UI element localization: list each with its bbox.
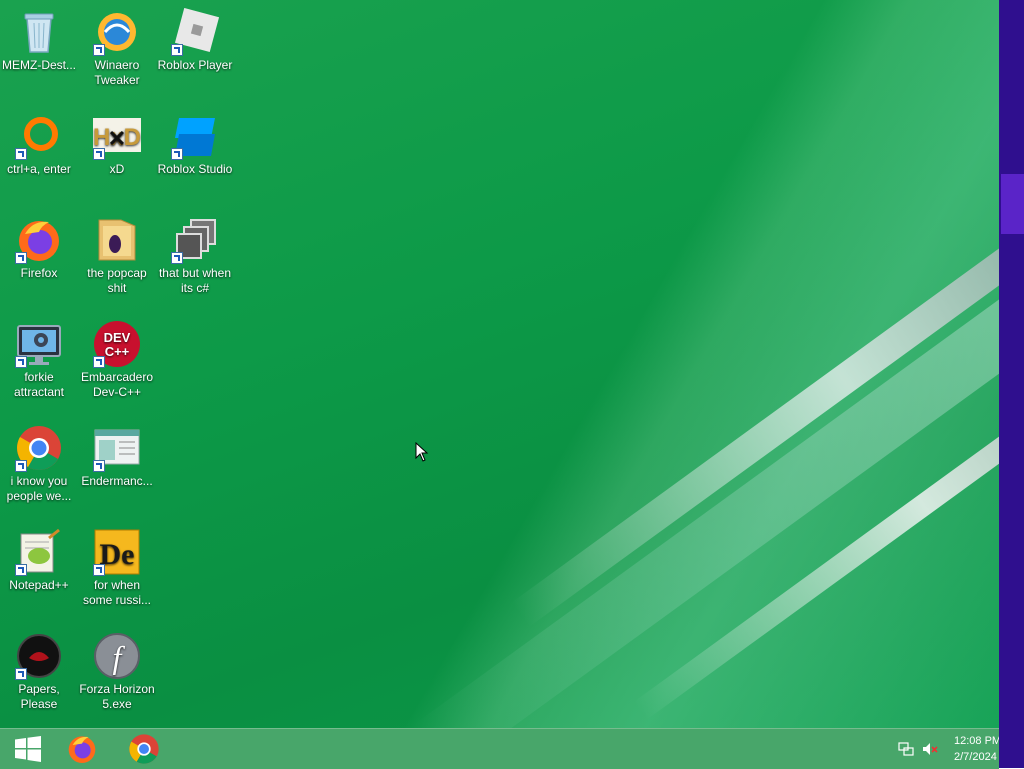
- desktop-icon-label: MEMZ-Dest...: [2, 58, 76, 72]
- desktop-icon-label: Papers, Please: [18, 682, 60, 711]
- desktop-icon-ctrl-a-enter[interactable]: ctrl+a, enter: [0, 106, 78, 177]
- desktop-icon-label: for when some russi...: [82, 578, 151, 607]
- taskbar: 12:08 PM 2/7/2024: [0, 728, 999, 769]
- desktop-icon-xd[interactable]: HxD ✕ xD: [78, 106, 156, 177]
- shortcut-arrow-icon: [93, 460, 105, 472]
- desktop-icon-label: Forza Horizon 5.exe: [79, 682, 155, 711]
- shortcut-arrow-icon: [171, 252, 183, 264]
- svg-text:C++: C++: [105, 344, 130, 359]
- desktop-icon-label: Winaero Tweaker: [94, 58, 140, 87]
- desktop-icon-label: Notepad++: [9, 578, 69, 592]
- shortcut-arrow-icon: [15, 252, 27, 264]
- chrome-icon: [129, 734, 159, 764]
- shortcut-arrow-icon: [93, 356, 105, 368]
- firefox-icon: [68, 736, 96, 763]
- shortcut-arrow-icon: [15, 356, 27, 368]
- desktop-icon-label: Roblox Studio: [157, 162, 233, 176]
- desktop-icon-label: ctrl+a, enter: [7, 162, 71, 176]
- desktop-icon-roblox-player[interactable]: Roblox Player: [156, 2, 234, 73]
- desktop-icon-memz[interactable]: MEMZ-Dest...: [0, 2, 78, 73]
- desktop-icon-russi[interactable]: De for when some russi...: [78, 522, 156, 608]
- desktop-icon-label: Endermanc...: [81, 474, 153, 488]
- shortcut-arrow-icon: [93, 44, 105, 56]
- shortcut-arrow-icon: [171, 44, 183, 56]
- shortcut-arrow-icon: [171, 148, 183, 160]
- desktop-icon-popcap[interactable]: the popcap shit: [78, 210, 156, 296]
- folder-icon: [98, 219, 136, 261]
- shortcut-arrow-icon: [15, 564, 27, 576]
- side-panel-handle[interactable]: [1001, 174, 1024, 234]
- taskbar-chrome-button[interactable]: [116, 729, 172, 769]
- desktop-icon-endermanch[interactable]: Endermanc...: [78, 418, 156, 489]
- desktop-icon-roblox-studio[interactable]: Roblox Studio: [156, 106, 234, 177]
- network-icon[interactable]: [898, 741, 914, 757]
- desktop-icon-forza-horizon[interactable]: f Forza Horizon 5.exe: [78, 626, 156, 712]
- desktop-icon-csharp[interactable]: that but when its c#: [156, 210, 234, 296]
- recycle-bin-icon: [24, 13, 54, 53]
- desktop-icon-label: Firefox: [20, 266, 58, 280]
- desktop-icon-label: Embarcadero Dev-C++: [80, 370, 154, 399]
- start-button[interactable]: [0, 729, 56, 769]
- desktop-icon-chrome[interactable]: i know you people we...: [0, 418, 78, 504]
- shortcut-arrow-icon: [93, 564, 105, 576]
- desktop-icon-label: that but when its c#: [158, 266, 232, 295]
- svg-text:✕: ✕: [108, 126, 126, 151]
- side-panel-strip: [999, 0, 1024, 768]
- desktop-icon-papers-please[interactable]: Papers, Please: [0, 626, 78, 712]
- desktop-background: MEMZ-Dest... ctrl+a, enter Firefox forki…: [0, 0, 1000, 728]
- desktop-icon-notepad-plus-plus[interactable]: Notepad++: [0, 522, 78, 593]
- desktop-icon-firefox[interactable]: Firefox: [0, 210, 78, 281]
- desktop-icon-winaero-tweaker[interactable]: Winaero Tweaker: [78, 2, 156, 88]
- shortcut-arrow-icon: [15, 148, 27, 160]
- shortcut-arrow-icon: [15, 668, 27, 680]
- mouse-cursor-icon: [415, 442, 429, 462]
- desktop-icon-label: the popcap shit: [87, 266, 147, 295]
- desktop-icon-forkie-attractant[interactable]: forkie attractant: [0, 314, 78, 400]
- shortcut-arrow-icon: [93, 148, 105, 160]
- clock-date: 2/7/2024: [954, 751, 997, 763]
- taskbar-firefox-button[interactable]: [54, 729, 110, 769]
- system-clock[interactable]: 12:08 PM 2/7/2024: [954, 733, 999, 765]
- volume-muted-icon[interactable]: [922, 741, 938, 757]
- flash-icon: f: [94, 633, 140, 679]
- clock-time: 12:08 PM: [954, 735, 999, 747]
- svg-text:DEV: DEV: [104, 330, 131, 345]
- windows-logo-icon: [15, 736, 41, 762]
- shortcut-arrow-icon: [15, 460, 27, 472]
- desktop-icon-label: forkie attractant: [13, 370, 65, 399]
- desktop-icon-label: xD: [109, 162, 125, 176]
- desktop-icon-label: i know you people we...: [6, 474, 72, 503]
- desktop-icon-dev-cpp[interactable]: DEV C++ Embarcadero Dev-C++: [78, 314, 156, 400]
- desktop-icon-label: Roblox Player: [157, 58, 233, 72]
